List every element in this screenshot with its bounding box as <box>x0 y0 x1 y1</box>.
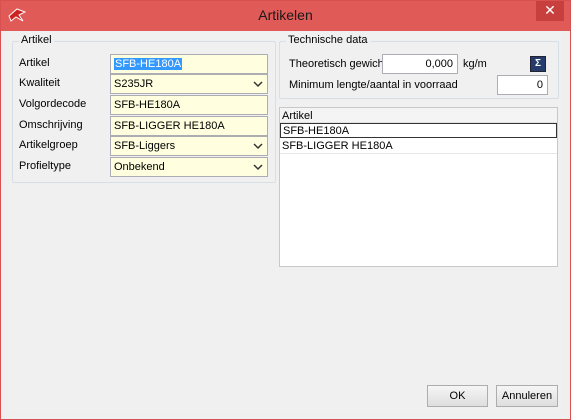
profieltype-select[interactable]: Onbekend <box>110 157 268 177</box>
title-bar[interactable]: Artikelen ✕ <box>1 1 570 31</box>
artikel-input-value: SFB-HE180A <box>114 58 183 70</box>
close-icon: ✕ <box>544 2 556 18</box>
gewicht-input[interactable]: 0,000 <box>382 54 458 74</box>
artikel-group: Artikel Artikel SFB-HE180A Kwaliteit S23… <box>12 34 276 183</box>
minimum-input-value: 0 <box>536 79 543 91</box>
ok-button-label: OK <box>449 390 466 402</box>
omschrijving-input-value: SFB-LIGGER HE180A <box>114 120 225 132</box>
volgordecode-input[interactable]: SFB-HE180A <box>110 95 268 115</box>
profieltype-select-value: Onbekend <box>114 161 165 173</box>
dialog-body: Artikel Artikel SFB-HE180A Kwaliteit S23… <box>9 31 562 413</box>
omschrijving-label: Omschrijving <box>19 119 83 131</box>
sigma-icon: Σ <box>534 58 541 69</box>
artikel-input[interactable]: SFB-HE180A <box>110 54 268 74</box>
artikelgroep-select-value: SFB-Liggers <box>114 140 176 152</box>
annuleren-button[interactable]: Annuleren <box>496 385 558 407</box>
kwaliteit-select[interactable]: S235JR <box>110 74 268 94</box>
close-button[interactable]: ✕ <box>536 1 564 21</box>
chevron-down-icon <box>253 81 263 88</box>
volgordecode-input-value: SFB-HE180A <box>114 99 181 111</box>
omschrijving-input[interactable]: SFB-LIGGER HE180A <box>110 116 268 136</box>
annuleren-button-label: Annuleren <box>501 390 553 402</box>
artikel-list[interactable]: Artikel SFB-HE180A SFB-LIGGER HE180A <box>279 107 558 267</box>
ok-button[interactable]: OK <box>427 385 488 407</box>
window-title: Artikelen <box>258 7 313 23</box>
gewicht-label: Theoretisch gewicht <box>289 58 387 70</box>
chevron-down-icon <box>253 143 263 150</box>
gewicht-unit: kg/m <box>463 58 487 70</box>
list-item-label: SFB-LIGGER HE180A <box>282 140 393 152</box>
artikel-group-title: Artikel <box>19 34 54 46</box>
list-item[interactable]: SFB-LIGGER HE180A <box>280 139 557 154</box>
artikelen-window: Artikelen ✕ Artikel Artikel SFB-HE180A K… <box>0 0 571 420</box>
calculate-weight-button[interactable]: Σ <box>530 56 546 72</box>
profieltype-label: Profieltype <box>19 160 71 172</box>
kwaliteit-select-value: S235JR <box>114 78 154 90</box>
minimum-label: Minimum lengte/aantal in voorraad <box>289 79 458 91</box>
list-item[interactable]: SFB-HE180A <box>280 123 557 138</box>
artikelgroep-label: Artikelgroep <box>19 139 78 151</box>
minimum-input[interactable]: 0 <box>497 75 548 95</box>
volgordecode-label: Volgordecode <box>19 98 87 110</box>
artikelgroep-select[interactable]: SFB-Liggers <box>110 136 268 156</box>
gewicht-input-value: 0,000 <box>425 58 453 70</box>
artikel-label: Artikel <box>19 57 50 69</box>
list-item-label: SFB-HE180A <box>283 125 350 137</box>
chevron-down-icon <box>253 164 263 171</box>
technische-data-group: Technische data Theoretisch gewicht 0,00… <box>279 34 559 99</box>
technische-data-title: Technische data <box>286 34 370 46</box>
artikel-column-header: Artikel <box>282 110 313 122</box>
kwaliteit-label: Kwaliteit <box>19 77 60 89</box>
artikel-list-header[interactable]: Artikel <box>280 108 557 123</box>
